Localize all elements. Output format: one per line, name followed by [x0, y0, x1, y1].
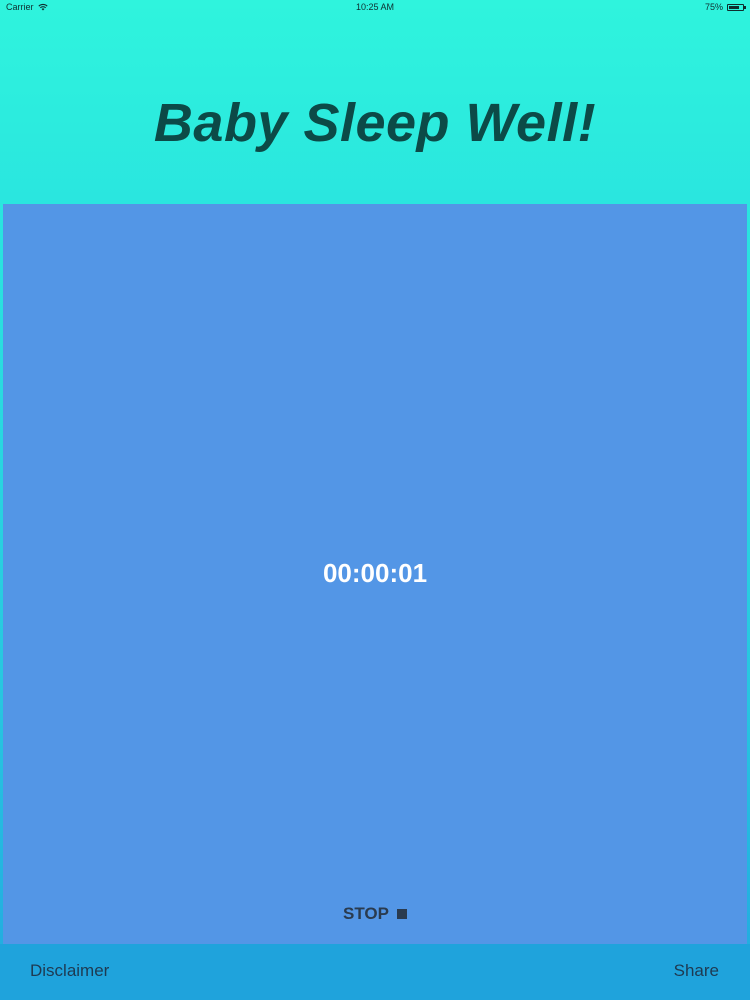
battery-fill	[729, 5, 739, 9]
battery-icon	[727, 3, 746, 11]
bottom-bar: Disclaimer Share	[0, 944, 750, 1000]
battery-cap	[744, 5, 746, 9]
status-right: 75%	[704, 2, 746, 12]
timer-panel[interactable]: 00:00:01 STOP	[3, 204, 747, 944]
share-link[interactable]: Share	[674, 961, 719, 981]
elapsed-timer: 00:00:01	[322, 558, 428, 588]
app-title: Baby Sleep Well!	[153, 93, 597, 153]
disclaimer-link[interactable]: Disclaimer	[30, 961, 109, 981]
stop-square-icon	[396, 909, 407, 919]
battery-percent: 75%	[704, 2, 723, 12]
stop-button[interactable]: STOP	[3, 904, 747, 924]
status-time: 10:25 AM	[355, 2, 395, 12]
stop-label: STOP	[343, 904, 389, 923]
status-bar: Carrier 10:25 AM 75%	[0, 0, 750, 16]
